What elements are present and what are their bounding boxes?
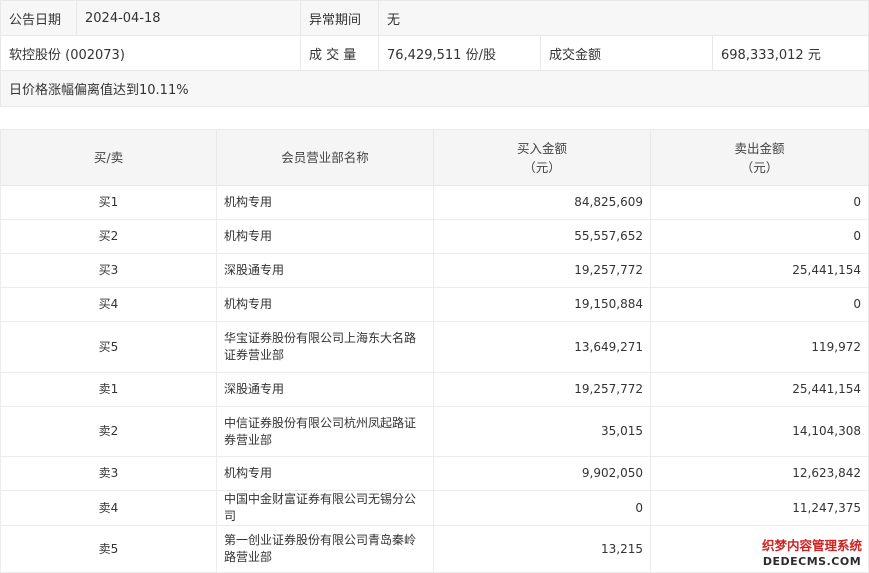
amount-value: 698,333,012 元 (711, 35, 869, 71)
col-buy-header-title: 买入金额 (516, 140, 567, 156)
row-buy-amount: 19,257,772 (433, 372, 651, 407)
row-buy-amount: 19,257,772 (433, 253, 651, 288)
row-broker: 华宝证券股份有限公司上海东大名路证券营业部 (216, 321, 434, 373)
row-sell-amount: 11,247,375 (650, 490, 869, 526)
row-side: 卖5 (0, 525, 217, 573)
volume-label: 成 交 量 (300, 35, 379, 71)
row-broker: 中信证券股份有限公司杭州凤起路证券营业部 (216, 406, 434, 457)
row-broker: 机构专用 (216, 456, 434, 491)
row-buy-amount: 84,825,609 (433, 185, 651, 220)
row-side: 买2 (0, 219, 217, 254)
col-buy-header: 买入金额 （元） (433, 129, 651, 186)
abnormal-period-label: 异常期间 (300, 0, 379, 36)
row-buy-amount: 0 (433, 490, 651, 526)
table-row: 卖5 第一创业证券股份有限公司青岛秦岭路营业部 13,215 (0, 525, 869, 573)
row-broker: 机构专用 (216, 219, 434, 254)
table-row: 卖2 中信证券股份有限公司杭州凤起路证券营业部 35,015 14,104,30… (0, 406, 869, 457)
announce-date-value: 2024-04-18 (76, 0, 301, 36)
row-broker: 第一创业证券股份有限公司青岛秦岭路营业部 (216, 525, 434, 573)
watermark-title: 织梦内容管理系统 (761, 538, 862, 553)
row-buy-amount: 55,557,652 (433, 219, 651, 254)
abnormal-period-value: 无 (377, 0, 869, 36)
row-side: 卖1 (0, 372, 217, 407)
trading-seats-table: 买/卖 会员营业部名称 买入金额 （元） 卖出金额 （元） 买1 机构专用 84… (0, 129, 869, 573)
table-row: 买5 华宝证券股份有限公司上海东大名路证券营业部 13,649,271 119,… (0, 321, 869, 373)
col-broker-header: 会员营业部名称 (216, 129, 434, 186)
table-row: 买3 深股通专用 19,257,772 25,441,154 (0, 253, 869, 288)
stock-info-table: 公告日期 2024-04-18 异常期间 无 软控股份 (002073) 成 交… (0, 0, 869, 107)
row-side: 买4 (0, 287, 217, 322)
announce-date-label: 公告日期 (0, 0, 77, 36)
col-buy-header-unit: （元） (523, 159, 561, 175)
row-broker: 深股通专用 (216, 372, 434, 407)
row-broker: 深股通专用 (216, 253, 434, 288)
stock-name-code: 软控股份 (002073) (0, 35, 301, 71)
table-row: 卖1 深股通专用 19,257,772 25,441,154 (0, 372, 869, 407)
site-watermark: 织梦内容管理系统 DEDECMS.COM (757, 537, 867, 571)
amount-label: 成交金额 (540, 35, 713, 71)
row-sell-amount: 12,623,842 (650, 456, 869, 491)
row-broker: 机构专用 (216, 185, 434, 220)
table-row: 卖3 机构专用 9,902,050 12,623,842 (0, 456, 869, 491)
row-side: 卖4 (0, 490, 217, 526)
row-side: 卖3 (0, 456, 217, 491)
table-row: 买2 机构专用 55,557,652 0 (0, 219, 869, 254)
table-row: 买4 机构专用 19,150,884 0 (0, 287, 869, 322)
volume-value: 76,429,511 份/股 (378, 35, 541, 71)
col-sell-header-unit: （元） (740, 159, 779, 175)
row-side: 卖2 (0, 406, 217, 457)
row-side: 买1 (0, 185, 217, 220)
table-header: 买/卖 会员营业部名称 买入金额 （元） 卖出金额 （元） (0, 129, 869, 186)
table-row: 卖4 中国中金财富证券有限公司无锡分公司 0 11,247,375 (0, 490, 869, 526)
row-broker: 中国中金财富证券有限公司无锡分公司 (216, 490, 434, 526)
row-buy-amount: 13,649,271 (433, 321, 651, 373)
row-sell-amount: 0 (650, 287, 869, 322)
abnormal-reason: 日价格涨幅偏离值达到10.11% (0, 70, 869, 107)
table-row: 买1 机构专用 84,825,609 0 (0, 185, 869, 220)
row-broker: 机构专用 (216, 287, 434, 322)
col-sell-header-title: 卖出金额 (734, 140, 785, 156)
row-sell-amount: 14,104,308 (650, 406, 869, 457)
watermark-domain: DEDECMS.COM (762, 555, 862, 568)
row-sell-amount: 25,441,154 (650, 372, 869, 407)
row-side: 买3 (0, 253, 217, 288)
col-side-header: 买/卖 (0, 129, 217, 186)
row-sell-amount: 0 (650, 219, 869, 254)
row-buy-amount: 19,150,884 (433, 287, 651, 322)
row-sell-amount: 25,441,154 (650, 253, 869, 288)
row-buy-amount: 35,015 (433, 406, 651, 457)
row-buy-amount: 9,902,050 (433, 456, 651, 491)
col-sell-header: 卖出金额 （元） (650, 129, 869, 186)
row-sell-amount: 119,972 (650, 321, 869, 373)
row-sell-amount: 0 (650, 185, 869, 220)
row-buy-amount: 13,215 (433, 525, 651, 573)
row-side: 买5 (0, 321, 217, 373)
